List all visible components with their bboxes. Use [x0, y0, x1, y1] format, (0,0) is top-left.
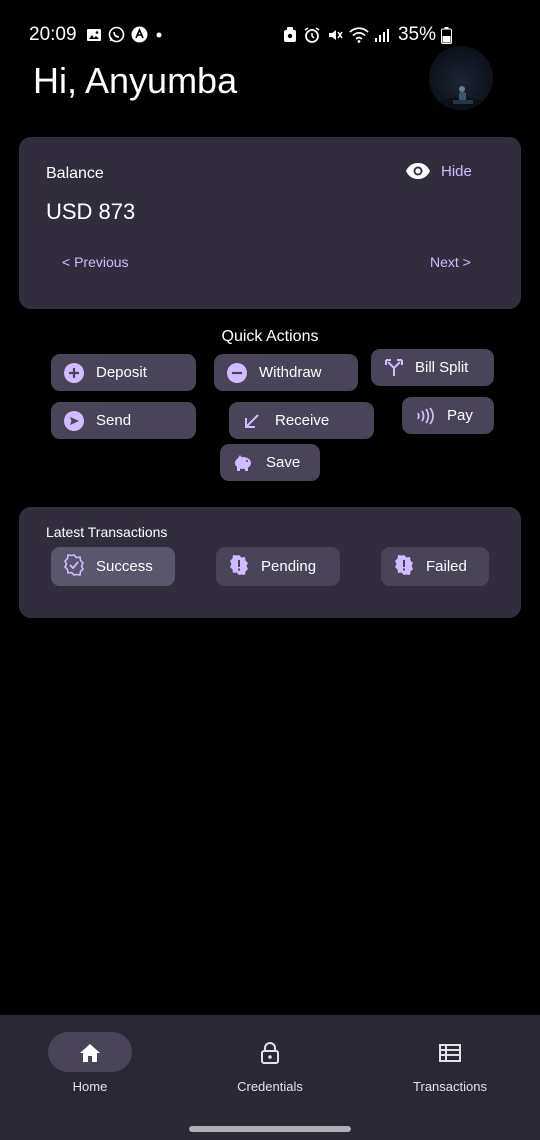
- alert-badge-icon: [228, 554, 250, 580]
- add-circle-icon: [64, 362, 84, 383]
- receive-label: Receive: [275, 412, 330, 429]
- hide-label: Hide: [441, 162, 472, 180]
- next-button[interactable]: Next >: [430, 254, 471, 270]
- home-indicator[interactable]: [189, 1126, 351, 1132]
- latest-transactions-title: Latest Transactions: [46, 524, 168, 540]
- dot-icon: [156, 32, 162, 37]
- deposit-button[interactable]: Deposit: [51, 354, 196, 391]
- nav-label-credentials: Credentials: [237, 1079, 303, 1094]
- withdraw-button[interactable]: Withdraw: [214, 354, 358, 391]
- nav-item-credentials[interactable]: Credentials: [180, 1015, 360, 1115]
- greeting: Hi, Anyumba: [33, 60, 238, 101]
- verified-icon: [63, 553, 85, 580]
- quick-actions-title: Quick Actions: [221, 328, 319, 345]
- app-icon: [131, 26, 148, 43]
- filter-chip-success[interactable]: Success: [51, 547, 175, 586]
- pay-label: Pay: [447, 407, 473, 424]
- battery-icon: [441, 27, 452, 44]
- hide-balance-button[interactable]: Hide: [405, 162, 472, 180]
- balance-label: Balance: [46, 165, 104, 182]
- alarm-icon: [304, 27, 320, 43]
- lock-icon: [261, 1042, 279, 1064]
- nav-label-transactions: Transactions: [413, 1079, 487, 1094]
- battery-level: 35%: [397, 24, 436, 45]
- filter-chip-failed[interactable]: Failed: [381, 547, 489, 586]
- pending-label: Pending: [261, 558, 317, 575]
- bill-split-label: Bill Split: [415, 359, 469, 376]
- send-button[interactable]: Send: [51, 402, 196, 439]
- wifi-icon: [349, 27, 369, 43]
- whatsapp-icon: [108, 26, 125, 43]
- eye-icon: [406, 163, 430, 179]
- wallet-icon: [284, 27, 296, 42]
- filter-chip-pending[interactable]: Pending: [216, 547, 340, 586]
- previous-button[interactable]: < Previous: [62, 254, 129, 270]
- split-icon: [385, 358, 403, 377]
- image-icon: [87, 28, 101, 41]
- avatar[interactable]: [429, 46, 493, 110]
- latest-transactions-card: Latest Transactions Success Pending Fail…: [19, 507, 521, 618]
- deposit-label: Deposit: [96, 364, 147, 381]
- save-label: Save: [266, 454, 301, 471]
- system-icons: [282, 26, 390, 44]
- status-time: 20:09: [29, 24, 77, 45]
- failed-label: Failed: [426, 558, 467, 575]
- balance-value: USD 873: [46, 199, 136, 224]
- send-label: Send: [96, 412, 132, 429]
- mute-icon: [329, 30, 343, 40]
- send-circle-icon: [64, 410, 84, 431]
- bill-split-button[interactable]: Bill Split: [371, 349, 494, 386]
- withdraw-label: Withdraw: [259, 364, 322, 381]
- nav-label-home: Home: [72, 1079, 108, 1094]
- avatar-image: [431, 86, 491, 110]
- bottom-navigation: Home Credentials Transactions: [0, 1015, 540, 1140]
- balance-card: Balance USD 873 Hide < Previous Next >: [19, 137, 521, 309]
- piggy-bank-icon: [233, 454, 253, 472]
- list-icon: [439, 1044, 461, 1062]
- signal-icon: [375, 29, 389, 42]
- arrow-down-left-icon: [243, 412, 261, 430]
- contactless-icon: [415, 406, 435, 426]
- notification-icons: [86, 26, 164, 43]
- pay-button[interactable]: Pay: [402, 397, 494, 434]
- nav-item-transactions[interactable]: Transactions: [360, 1015, 540, 1115]
- remove-circle-icon: [227, 362, 247, 383]
- receive-button[interactable]: Receive: [229, 402, 374, 439]
- alert-badge-icon: [393, 554, 415, 580]
- success-label: Success: [96, 558, 153, 575]
- save-button[interactable]: Save: [220, 444, 320, 481]
- nav-item-home[interactable]: Home: [0, 1015, 180, 1115]
- home-icon: [80, 1044, 100, 1062]
